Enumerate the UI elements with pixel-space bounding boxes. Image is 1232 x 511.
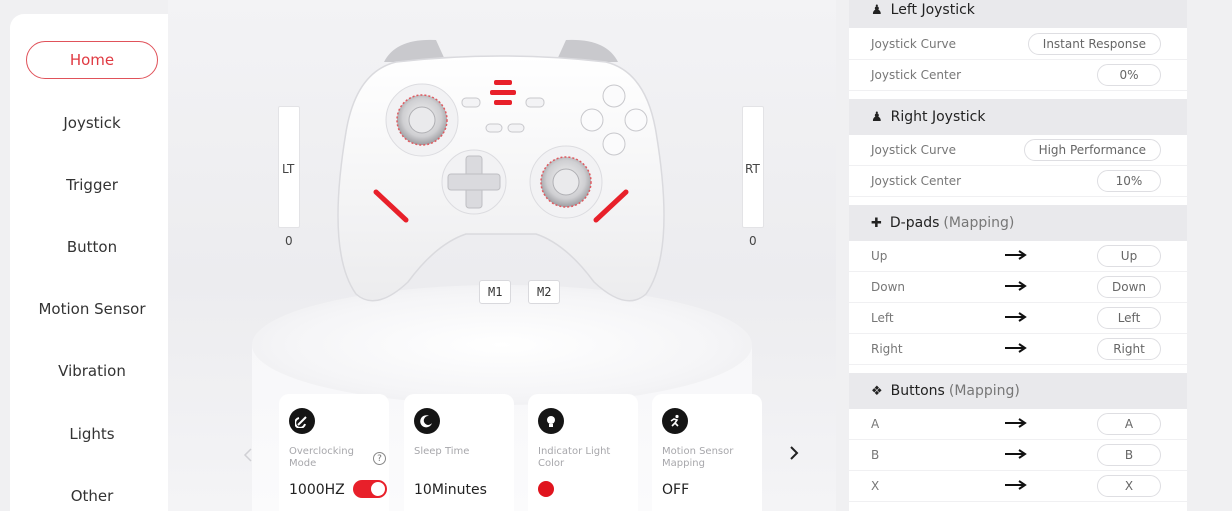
m1-button[interactable]: M1 bbox=[479, 280, 512, 304]
mapping-select[interactable]: A bbox=[1097, 413, 1161, 435]
section-title: Buttons bbox=[890, 383, 945, 399]
mapping-select[interactable]: B bbox=[1097, 444, 1161, 466]
moon-icon bbox=[414, 408, 440, 434]
mapping-select[interactable]: X bbox=[1097, 475, 1161, 497]
arrow-right-icon bbox=[1005, 281, 1027, 291]
mapping-row: Right Right bbox=[849, 334, 1187, 365]
gamepad-illustration bbox=[337, 39, 665, 302]
prev-arrow-icon[interactable] bbox=[236, 443, 260, 467]
nav-lights[interactable]: Lights bbox=[26, 415, 158, 453]
mapping-row: Up Up bbox=[849, 241, 1187, 272]
mapping-row: B B bbox=[849, 440, 1187, 471]
section-title: D-pads bbox=[889, 215, 940, 231]
joystick-curve-select[interactable]: High Performance bbox=[1023, 139, 1161, 161]
nav-trigger[interactable]: Trigger bbox=[26, 166, 158, 204]
help-icon[interactable]: ? bbox=[373, 452, 386, 465]
card-title: Overclocking Mode bbox=[289, 446, 354, 469]
row-label: Left bbox=[871, 311, 894, 325]
mapping-select[interactable]: Up bbox=[1097, 245, 1161, 267]
mapping-row: X X bbox=[849, 471, 1187, 502]
speed-icon bbox=[289, 408, 315, 434]
arrow-right-icon bbox=[1005, 418, 1027, 428]
mapping-select[interactable]: Left bbox=[1097, 307, 1161, 329]
section-left-joystick: ♟ Left Joystick bbox=[849, 0, 1187, 28]
row-label: Joystick Center bbox=[871, 68, 962, 82]
mapping-row: Down Down bbox=[849, 272, 1187, 303]
running-icon bbox=[662, 408, 688, 434]
card-overclocking-mode[interactable]: Overclocking Mode ? 1000HZ bbox=[279, 394, 389, 511]
indicator-color-swatch[interactable] bbox=[538, 481, 554, 497]
section-title: Right Joystick bbox=[890, 109, 986, 125]
dpad-icon: ✚ bbox=[871, 215, 882, 231]
row-label: B bbox=[871, 448, 880, 462]
arrow-right-icon bbox=[1005, 480, 1027, 490]
section-subtitle: (Mapping) bbox=[948, 383, 1020, 399]
nav-home[interactable]: Home bbox=[26, 41, 158, 79]
buttons-icon: ❖ bbox=[871, 383, 883, 399]
setting-row: Joystick Curve High Performance bbox=[849, 135, 1187, 166]
card-title: Sleep Time bbox=[414, 446, 470, 457]
setting-row: Joystick Center 0% bbox=[849, 60, 1187, 91]
row-label: Down bbox=[871, 280, 906, 294]
card-value: 1000HZ bbox=[289, 482, 345, 498]
joystick-curve-select[interactable]: Instant Response bbox=[1027, 33, 1161, 55]
overclocking-toggle[interactable] bbox=[353, 480, 387, 498]
row-label: Joystick Curve bbox=[871, 37, 957, 51]
nav-joystick[interactable]: Joystick bbox=[26, 104, 158, 142]
rt-label: RT bbox=[745, 162, 760, 176]
lt-value: 0 bbox=[285, 234, 293, 248]
mapping-row: Left Left bbox=[849, 303, 1187, 334]
sidebar-nav: Home Joystick Trigger Button Motion Sens… bbox=[10, 14, 168, 511]
bulb-icon bbox=[538, 408, 564, 434]
section-title: Left Joystick bbox=[890, 2, 975, 18]
nav-motion-sensor[interactable]: Motion Sensor bbox=[26, 290, 158, 328]
settings-panel: ♟ Left Joystick Joystick Curve Instant R… bbox=[849, 0, 1187, 511]
lt-label: LT bbox=[282, 162, 295, 176]
mapping-select[interactable]: Down bbox=[1096, 276, 1161, 298]
row-label: Joystick Curve bbox=[871, 143, 957, 157]
rt-value: 0 bbox=[749, 234, 757, 248]
setting-row: Joystick Curve Instant Response bbox=[849, 29, 1187, 60]
card-motion-sensor-mapping[interactable]: Motion Sensor Mapping OFF bbox=[652, 394, 762, 511]
card-sleep-time[interactable]: Sleep Time 10Minutes bbox=[404, 394, 514, 511]
card-title: Indicator Light Color bbox=[538, 446, 611, 469]
arrow-right-icon bbox=[1005, 312, 1027, 322]
nav-vibration[interactable]: Vibration bbox=[26, 352, 158, 390]
joystick-icon: ♟ bbox=[871, 2, 883, 18]
nav-button[interactable]: Button bbox=[26, 228, 158, 266]
m2-button[interactable]: M2 bbox=[528, 280, 561, 304]
mapping-select[interactable]: Right bbox=[1097, 338, 1161, 360]
row-label: Right bbox=[871, 342, 903, 356]
arrow-right-icon bbox=[1005, 449, 1027, 459]
card-value: 10Minutes bbox=[414, 482, 487, 498]
section-buttons: ❖ Buttons (Mapping) bbox=[849, 373, 1187, 409]
joystick-center-input[interactable]: 0% bbox=[1097, 64, 1161, 86]
setting-row: Joystick Center 10% bbox=[849, 166, 1187, 197]
arrow-right-icon bbox=[1005, 250, 1027, 260]
panel-scroll-gutter bbox=[1187, 0, 1232, 511]
card-title: Motion Sensor Mapping bbox=[662, 446, 734, 469]
mapping-row: A A bbox=[849, 409, 1187, 440]
joystick-center-input[interactable]: 10% bbox=[1097, 170, 1161, 192]
section-dpads: ✚ D-pads (Mapping) bbox=[849, 205, 1187, 241]
row-label: Joystick Center bbox=[871, 174, 962, 188]
joystick-icon: ♟ bbox=[871, 109, 883, 125]
row-label: A bbox=[871, 417, 880, 431]
card-value: OFF bbox=[662, 482, 690, 498]
row-label: Up bbox=[871, 249, 888, 263]
arrow-right-icon bbox=[1005, 343, 1027, 353]
row-label: X bbox=[871, 479, 880, 493]
nav-other[interactable]: Other bbox=[26, 477, 158, 511]
section-right-joystick: ♟ Right Joystick bbox=[849, 99, 1187, 135]
section-subtitle: (Mapping) bbox=[943, 215, 1015, 231]
next-arrow-icon[interactable] bbox=[782, 441, 806, 465]
